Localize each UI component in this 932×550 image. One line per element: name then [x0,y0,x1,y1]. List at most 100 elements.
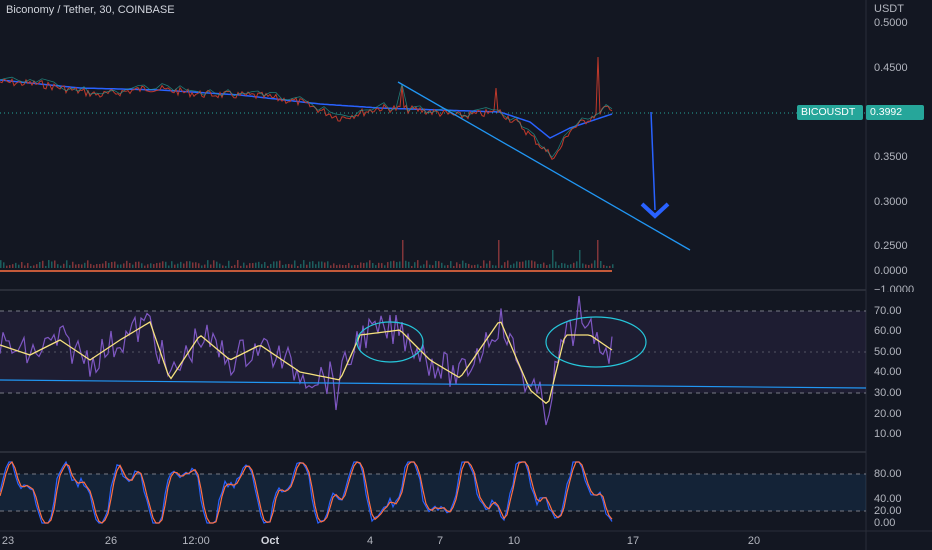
volume-bar [30,265,32,268]
volume-bar [177,263,179,268]
volume-bar [357,265,359,268]
volume-bar [561,262,563,268]
volume-bar [492,265,494,268]
volume-bar [525,260,527,268]
volume-bar [606,265,608,268]
volume-bar [225,265,227,268]
volume-bar [162,261,164,268]
volume-bar [567,264,569,268]
volume-bar [330,265,332,268]
volume-bar [369,260,371,268]
volume-bar [522,261,524,268]
volume-bar [519,261,521,268]
volume-bar [123,263,125,268]
volume-bar [243,262,245,268]
rsi-tick: 70.00 [874,305,902,317]
volume-bar [516,261,518,268]
stoch-tick: 80.00 [874,468,902,480]
time-label: 23 [1,535,15,547]
volume-bar [513,263,515,268]
price-tick: 0.4500 [874,62,908,74]
volume-bar [603,264,605,268]
volume-bar [507,260,509,268]
price-tick: 0.2500 [874,240,908,252]
volume-bar [102,263,104,268]
price-tick: 0.5000 [874,17,908,29]
volume-bar [141,263,143,268]
volume-bar [312,261,314,268]
volume-bar [252,263,254,268]
volume-bar [366,262,368,268]
volume-bar [237,260,239,268]
descending-trendline[interactable] [397,81,691,251]
volume-bar [111,261,113,268]
volume-bar [246,265,248,268]
price-badge[interactable]: 0.3992 [866,105,924,120]
volume-bar [375,265,377,268]
arrow-shaft[interactable] [650,111,656,211]
volume-bar [465,262,467,268]
volume-bar [543,262,545,268]
symbol-badge[interactable]: BICOUSDT [797,105,863,120]
volume-bar [402,240,404,268]
volume-bar [81,264,83,268]
volume-bar [234,264,236,268]
volume-bar [399,261,401,268]
volume-bar [534,261,536,268]
pair-title[interactable]: Biconomy / Tether, 30, COINBASE [6,4,175,16]
volume-bar [105,261,107,268]
volume-bar [24,265,26,268]
volume-bar [372,262,374,268]
volume-bar [261,264,263,268]
moving-average-line [0,79,613,139]
volume-bar [597,240,599,268]
volume-bar [159,262,161,268]
volume-bar [42,260,44,268]
volume-bar [75,264,77,268]
volume-bar [189,261,191,268]
volume-bar [285,264,287,268]
volume-bar [600,261,602,268]
volume-bar [459,264,461,268]
volume-bar [405,260,407,268]
chart-canvas[interactable] [0,0,932,550]
volume-bar [120,264,122,268]
volume-bar [93,265,95,268]
volume-bar [270,264,272,268]
volume-bar [501,265,503,268]
volume-bar [240,265,242,268]
time-label: 7 [436,535,444,547]
volume-bar [450,261,452,268]
volume-bar [192,262,194,268]
time-label: 26 [104,535,118,547]
volume-bar [396,262,398,268]
volume-bar [381,263,383,268]
volume-bar [438,261,440,268]
volume-bar [582,263,584,268]
volume-bar [531,260,533,268]
volume-bar [432,265,434,268]
volume-bar [555,261,557,268]
volume-bar [216,261,218,268]
stoch-tick: 20.00 [874,505,902,517]
volume-bar [156,263,158,268]
rsi-tick: 50.00 [874,346,902,358]
volume-bar [435,260,437,268]
volume-bar [309,261,311,268]
price-tick: 0.3000 [874,196,908,208]
volume-bar [228,260,230,268]
volume-bar [468,263,470,268]
volume-bar [147,264,149,268]
volume-bar [300,264,302,268]
volume-bar [51,261,53,268]
volume-bar [546,265,548,268]
volume-bar [564,263,566,268]
volume-bar [132,264,134,268]
volume-bar [165,261,167,268]
volume-bar [318,261,320,268]
volume-bar [384,265,386,268]
volume-bar [282,264,284,268]
volume-bar [612,264,614,268]
price-axis-unit: USDT [874,3,904,15]
volume-bar [510,264,512,268]
